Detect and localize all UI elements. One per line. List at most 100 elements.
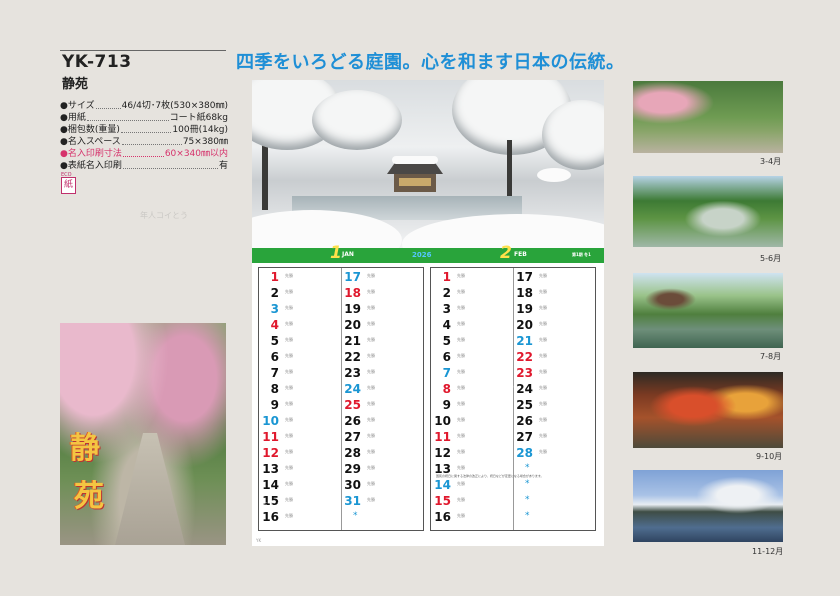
- rokuyo-mark: 先勝: [457, 321, 465, 326]
- calendar-day-number: 11: [262, 430, 279, 444]
- calendar-day-row: 3 先勝: [431, 302, 513, 318]
- rokuyo-mark: 先勝: [285, 401, 293, 406]
- calendar-day-row: 21 先勝: [513, 334, 595, 350]
- rokuyo-mark: 先勝: [285, 513, 293, 518]
- rokuyo-mark: 先勝: [367, 417, 375, 422]
- rokuyo-mark: 先勝: [367, 449, 375, 454]
- rokuyo-mark: 先勝: [285, 273, 293, 278]
- calendar-day-row: 18 先勝: [341, 286, 423, 302]
- calendar-day-number: 23: [344, 366, 361, 380]
- calendar-day-row: 20 先勝: [341, 318, 423, 334]
- calendar-day-number: 1: [442, 270, 451, 284]
- calendar-day-row: 16 先勝: [259, 510, 341, 526]
- blank-day-mark: *: [525, 511, 530, 521]
- thumbnail-jul-aug: [633, 273, 783, 348]
- calendar-day-number: 27: [344, 430, 361, 444]
- label-jul-aug: 7-8月: [760, 352, 782, 361]
- rokuyo-mark: 先勝: [285, 289, 293, 294]
- blank-day-mark: *: [353, 511, 358, 521]
- calendar-day-row: 11 先勝: [431, 430, 513, 446]
- calendar-day-row: 26 先勝: [341, 414, 423, 430]
- calendar-day-row: 14 先勝: [259, 478, 341, 494]
- calendar-day-row: 18 先勝: [513, 286, 595, 302]
- blank-day-mark: *: [525, 495, 530, 505]
- calendar-day-number: 6: [270, 350, 279, 364]
- calendar-day-number: 5: [442, 334, 451, 348]
- label-may-jun: 5-6月: [760, 254, 782, 263]
- calendar-day-number: 19: [344, 302, 361, 316]
- calendar-day-row: *: [513, 478, 595, 494]
- rokuyo-mark: 先勝: [539, 337, 547, 342]
- calendar-day-row: 4 先勝: [259, 318, 341, 334]
- calendar-february: 1 先勝 2 先勝 3 先勝 4 先勝 5 先勝 6 先勝 7 先勝 8 先勝 9 先勝 10 先勝 11 先勝 12 先勝 1…: [430, 267, 596, 531]
- blank-day-mark: *: [525, 463, 530, 473]
- rokuyo-mark: 先勝: [285, 433, 293, 438]
- rokuyo-mark: 先勝: [539, 433, 547, 438]
- calendar-day-number: 20: [516, 318, 533, 332]
- calendar-day-number: 27: [516, 430, 533, 444]
- rokuyo-mark: 先勝: [457, 369, 465, 374]
- calendar-day-row: 13 先勝: [259, 462, 341, 478]
- calendar-day-number: 28: [344, 446, 361, 460]
- rokuyo-mark: 先勝: [457, 337, 465, 342]
- calendar-day-row: 17 先勝: [341, 270, 423, 286]
- rokuyo-mark: 先勝: [539, 321, 547, 326]
- blank-day-mark: *: [525, 479, 530, 489]
- rokuyo-mark: 先勝: [539, 305, 547, 310]
- calendar-day-row: 30 先勝: [341, 478, 423, 494]
- cover-logo-char-1: 静: [70, 431, 100, 466]
- calendar-day-row: 24 先勝: [341, 382, 423, 398]
- calendar-day-row: 21 先勝: [341, 334, 423, 350]
- calendar-sheet: 1 JAN 2026 2 FEB 第1期 冬1 1 先勝 2 先勝 3 先勝 4 先勝 5 先勝 6…: [252, 80, 604, 546]
- calendar-day-number: 14: [434, 478, 451, 492]
- rokuyo-mark: 先勝: [285, 353, 293, 358]
- rokuyo-mark: 先勝: [367, 497, 375, 502]
- label-mar-apr: 3-4月: [760, 157, 782, 166]
- rokuyo-mark: 先勝: [367, 465, 375, 470]
- rokuyo-mark: 先勝: [285, 337, 293, 342]
- calendar-day-row: 12 先勝: [431, 446, 513, 462]
- calendar-day-number: 1: [270, 270, 279, 284]
- rokuyo-mark: 先勝: [367, 481, 375, 486]
- label-sep-oct: 9-10月: [756, 452, 783, 461]
- calendar-january: 1 先勝 2 先勝 3 先勝 4 先勝 5 先勝 6 先勝 7 先勝 8 先勝 9 先勝 10 先勝 11 先勝 12 先勝 1…: [258, 267, 424, 531]
- calendar-day-number: 5: [270, 334, 279, 348]
- calendar-day-row: *: [513, 510, 595, 526]
- watermark: 年人コイとう: [260, 501, 308, 510]
- rokuyo-mark: 先勝: [285, 321, 293, 326]
- watermark: 年人コイとう: [140, 211, 188, 220]
- rokuyo-mark: 先勝: [457, 481, 465, 486]
- calendar-day-row: 19 先勝: [341, 302, 423, 318]
- calendar-day-row: 27 先勝: [341, 430, 423, 446]
- calendar-day-number: 31: [344, 494, 361, 508]
- calendar-day-row: 10 先勝: [431, 414, 513, 430]
- rokuyo-mark: 先勝: [457, 497, 465, 502]
- label-nov-dec: 11-12月: [752, 547, 784, 556]
- rokuyo-mark: 先勝: [285, 481, 293, 486]
- rokuyo-mark: 先勝: [367, 321, 375, 326]
- product-name: 静苑: [62, 77, 89, 92]
- month-1-english: JAN: [342, 251, 354, 258]
- calendar-day-row: *: [513, 494, 595, 510]
- calendar-day-row: 12 先勝: [259, 446, 341, 462]
- calendar-day-number: 17: [516, 270, 533, 284]
- calendar-day-number: 23: [516, 366, 533, 380]
- rokuyo-mark: 先勝: [539, 273, 547, 278]
- calendar-day-row: 17 先勝: [513, 270, 595, 286]
- month-2-number: 2: [500, 243, 512, 263]
- rokuyo-mark: 先勝: [285, 385, 293, 390]
- calendar-day-number: 13: [262, 462, 279, 476]
- rokuyo-mark: 先勝: [539, 289, 547, 294]
- rokuyo-mark: 先勝: [367, 305, 375, 310]
- calendar-day-number: 9: [270, 398, 279, 412]
- calendar-day-row: 23 先勝: [341, 366, 423, 382]
- calendar-day-row: 22 先勝: [341, 350, 423, 366]
- calendar-day-number: 10: [434, 414, 451, 428]
- calendar-day-number: 26: [516, 414, 533, 428]
- calendar-day-number: 28: [516, 446, 533, 460]
- calendar-day-number: 6: [442, 350, 451, 364]
- spec-row-print-size: ●名入印刷寸法 60×340㎜以内: [60, 149, 228, 159]
- calendar-day-number: 16: [262, 510, 279, 524]
- spec-row-size: ●サイズ 46/4切･7枚(530×380㎜): [60, 101, 228, 111]
- calendar-day-row: 29 先勝: [341, 462, 423, 478]
